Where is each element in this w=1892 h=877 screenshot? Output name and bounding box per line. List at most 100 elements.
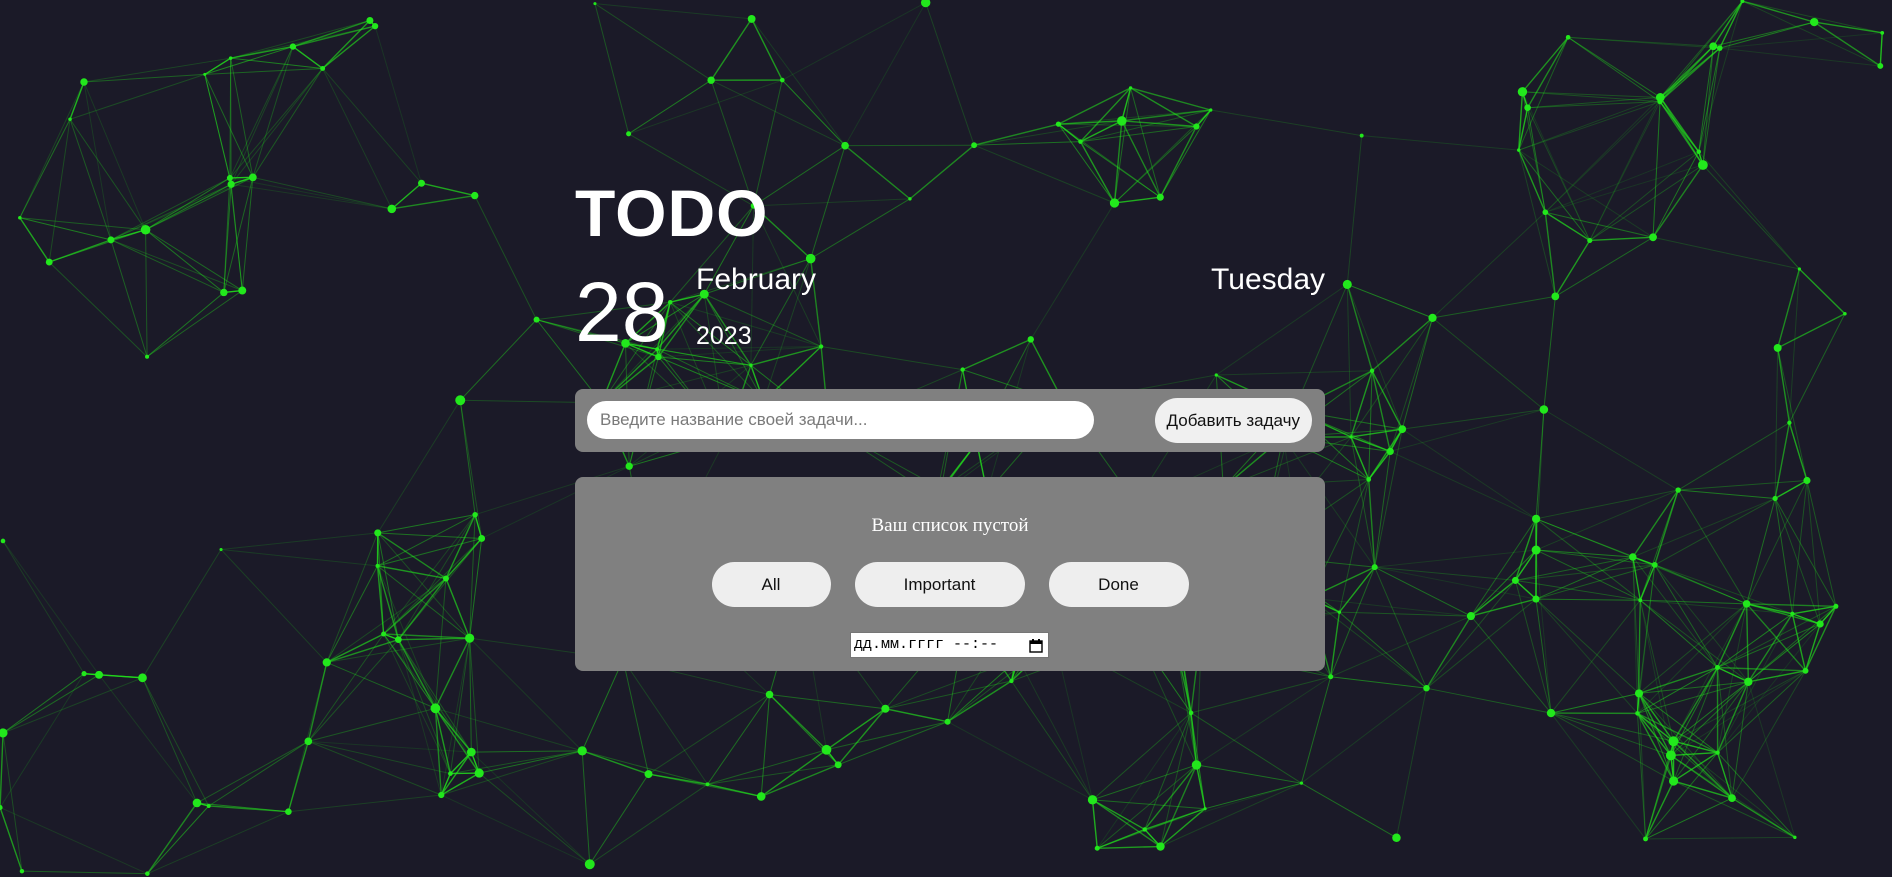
network-link bbox=[1652, 236, 1800, 270]
date-year: 2023 bbox=[696, 322, 752, 350]
network-node bbox=[1716, 45, 1723, 51]
network-link bbox=[2, 673, 85, 734]
network-link bbox=[1114, 196, 1161, 204]
network-link bbox=[1160, 782, 1302, 847]
calendar-icon[interactable] bbox=[1029, 638, 1043, 662]
network-link bbox=[1719, 32, 1883, 49]
network-node bbox=[1565, 35, 1571, 40]
date-weekday: Tuesday bbox=[1211, 263, 1325, 296]
network-link bbox=[196, 802, 289, 813]
network-node bbox=[1517, 148, 1521, 152]
network-link bbox=[1712, 0, 1743, 47]
network-link bbox=[1535, 556, 1634, 600]
network-node bbox=[1466, 612, 1476, 621]
network-link bbox=[204, 74, 231, 179]
network-node bbox=[1191, 760, 1202, 770]
network-link bbox=[1652, 151, 1700, 238]
network-node bbox=[584, 859, 595, 870]
network-link bbox=[1638, 603, 1747, 694]
network-node bbox=[220, 288, 228, 297]
network-link bbox=[1130, 87, 1161, 198]
network-link bbox=[19, 81, 85, 218]
network-link bbox=[252, 68, 324, 178]
filter-done-button[interactable]: Done bbox=[1048, 562, 1189, 607]
network-link bbox=[1555, 236, 1654, 297]
network-node bbox=[1366, 477, 1372, 482]
network-node bbox=[1542, 209, 1549, 216]
date-month: February bbox=[696, 263, 817, 296]
network-node bbox=[1539, 405, 1549, 414]
network-node bbox=[1398, 425, 1407, 434]
network-link bbox=[145, 177, 231, 231]
filter-important-button[interactable]: Important bbox=[854, 562, 1025, 607]
network-link bbox=[1113, 87, 1132, 204]
network-link bbox=[1521, 91, 1591, 241]
network-link bbox=[308, 740, 442, 796]
network-link bbox=[710, 18, 753, 81]
network-node bbox=[322, 658, 331, 667]
network-node bbox=[138, 673, 147, 683]
network-link bbox=[322, 68, 422, 184]
network-node bbox=[1055, 121, 1062, 127]
network-link bbox=[760, 694, 771, 797]
network-node bbox=[1517, 87, 1528, 97]
network-node bbox=[1793, 835, 1797, 840]
network-node bbox=[1797, 267, 1801, 271]
network-node bbox=[920, 0, 931, 8]
network-link bbox=[1536, 489, 1679, 520]
network-node bbox=[1027, 336, 1034, 343]
network-node bbox=[374, 529, 382, 537]
network-link bbox=[307, 639, 399, 742]
network-link bbox=[377, 399, 461, 534]
network-node bbox=[1386, 447, 1394, 456]
network-link bbox=[947, 721, 1093, 801]
network-link bbox=[1806, 480, 1837, 607]
network-link bbox=[658, 356, 751, 366]
network-node bbox=[765, 690, 774, 699]
network-node bbox=[375, 563, 380, 568]
network-link bbox=[397, 639, 451, 774]
network-link bbox=[707, 764, 839, 785]
network-link bbox=[383, 633, 472, 753]
network-link bbox=[1346, 284, 1373, 371]
network-link bbox=[1543, 409, 1679, 491]
network-link bbox=[1425, 615, 1472, 689]
network-link bbox=[1645, 752, 1718, 840]
filter-all-button[interactable]: All bbox=[711, 562, 831, 607]
network-node bbox=[1188, 710, 1194, 716]
network-link bbox=[421, 182, 475, 197]
network-node bbox=[80, 78, 88, 86]
network-link bbox=[1535, 489, 1679, 551]
network-link bbox=[781, 79, 846, 147]
network-node bbox=[1428, 313, 1437, 322]
network-node bbox=[1668, 776, 1679, 786]
network-node bbox=[430, 703, 441, 714]
network-link bbox=[1350, 436, 1376, 568]
network-link bbox=[1535, 409, 1545, 551]
network-link bbox=[1698, 46, 1714, 152]
network-link bbox=[1080, 126, 1197, 143]
network-link bbox=[308, 707, 436, 742]
network-node bbox=[285, 808, 292, 815]
network-link bbox=[252, 176, 392, 210]
network-node bbox=[1094, 845, 1100, 851]
network-node bbox=[438, 791, 445, 799]
network-link bbox=[220, 549, 378, 567]
network-link bbox=[1144, 712, 1192, 830]
network-link bbox=[146, 290, 243, 358]
task-name-input[interactable] bbox=[587, 401, 1094, 439]
network-link bbox=[1092, 712, 1192, 801]
network-node bbox=[1643, 836, 1649, 842]
datetime-input[interactable]: дд.мм.гггг --:-- bbox=[850, 632, 1049, 658]
network-node bbox=[228, 56, 233, 60]
network-link bbox=[292, 19, 371, 48]
network-link bbox=[1677, 422, 1790, 491]
network-link bbox=[326, 633, 384, 664]
network-link bbox=[1518, 149, 1654, 238]
network-link bbox=[1390, 450, 1537, 520]
network-node bbox=[1117, 116, 1127, 126]
network-node bbox=[908, 197, 912, 201]
network-link bbox=[1716, 603, 1748, 668]
add-task-button[interactable]: Добавить задачу bbox=[1154, 398, 1312, 443]
network-link bbox=[1776, 347, 1791, 423]
